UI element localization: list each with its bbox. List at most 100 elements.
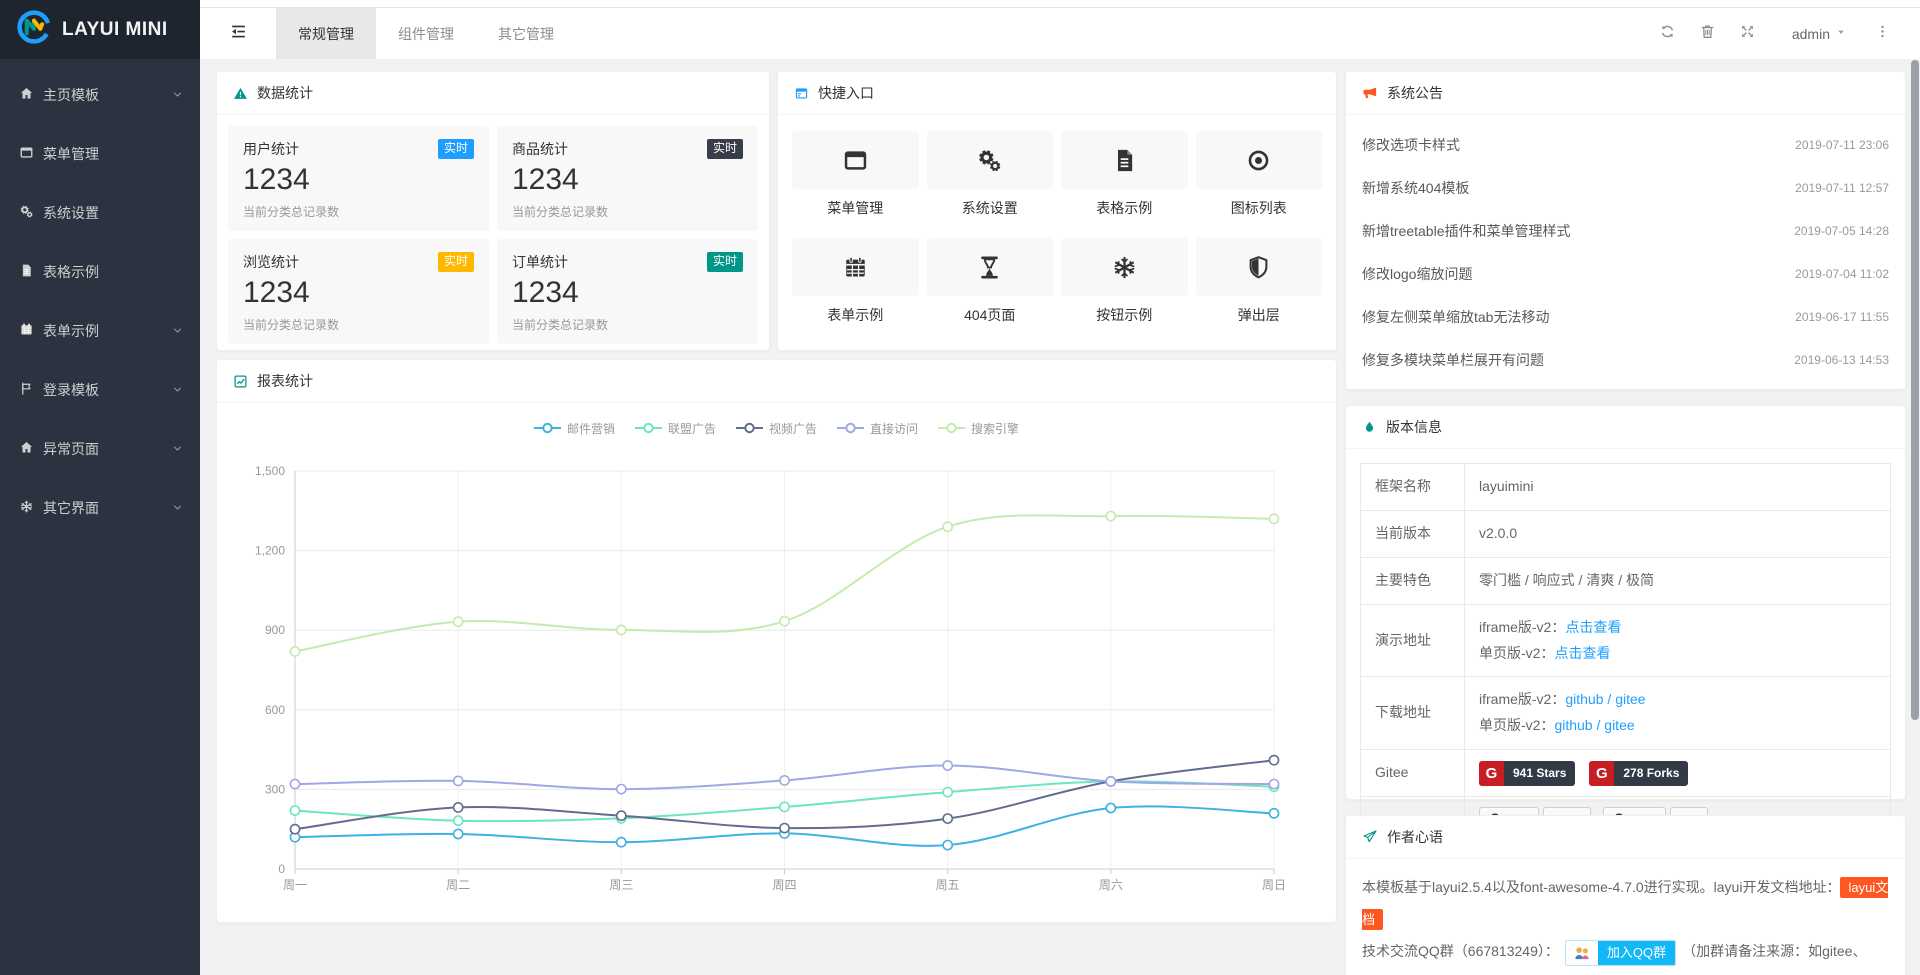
- notice-item[interactable]: 新增treetable插件和菜单管理样式 2019-07-05 14:28: [1362, 209, 1889, 252]
- app-logo[interactable]: LAYUI MINI: [0, 0, 200, 59]
- refresh-button[interactable]: [1648, 8, 1688, 59]
- tab[interactable]: 常规管理: [276, 8, 376, 59]
- sidebar-item[interactable]: 系统设置: [0, 183, 200, 242]
- legend-item[interactable]: 直接访问: [837, 420, 918, 437]
- sidebar-item[interactable]: 表单示例: [0, 301, 200, 360]
- link[interactable]: 点击查看: [1565, 619, 1621, 635]
- notice-list: 修改选项卡样式 2019-07-11 23:06 新增系统404模板 2019-…: [1346, 115, 1905, 389]
- home-icon: [19, 86, 34, 104]
- outdent-icon: [229, 22, 248, 46]
- legend-item[interactable]: 联盟广告: [635, 420, 716, 437]
- shield-icon: [1196, 238, 1323, 296]
- notice-item[interactable]: 修改选项卡样式 2019-07-11 23:06: [1362, 123, 1889, 166]
- fullscreen-button[interactable]: [1728, 8, 1768, 59]
- notice-item[interactable]: 新增系统404模板 2019-07-11 12:57: [1362, 166, 1889, 209]
- version-row: 框架名称layuimini: [1361, 464, 1891, 511]
- link[interactable]: gitee: [1604, 717, 1634, 733]
- link[interactable]: github: [1554, 717, 1592, 733]
- notice-item[interactable]: 修复左侧菜单缩放tab无法移动 2019-06-17 11:55: [1362, 295, 1889, 338]
- svg-text:周日: 周日: [1262, 878, 1286, 892]
- notice-panel-header: 系统公告: [1346, 72, 1905, 115]
- line-chart-icon: [233, 374, 248, 389]
- notice-text: 修复多模块菜单栏展开有问题: [1362, 350, 1544, 370]
- join-qq-group-button[interactable]: 加入QQ群: [1565, 940, 1676, 966]
- version-panel-header: 版本信息: [1346, 406, 1905, 449]
- gitee-badge[interactable]: G941 Stars: [1479, 761, 1575, 786]
- sidebar-item[interactable]: 主页模板: [0, 65, 200, 124]
- legend-label: 搜索引擎: [971, 420, 1019, 437]
- snowflake-icon: [1061, 238, 1188, 296]
- gitee-badge[interactable]: G278 Forks: [1589, 761, 1688, 786]
- user-dropdown[interactable]: admin: [1768, 8, 1862, 59]
- quick-entry[interactable]: 菜单管理: [792, 131, 919, 218]
- panel-title: 报表统计: [257, 371, 313, 391]
- sidebar-item[interactable]: 菜单管理: [0, 124, 200, 183]
- author-panel: 作者心语 本模板基于layui2.5.4以及font-awesome-4.7.0…: [1345, 815, 1906, 975]
- quick-entry-label: 菜单管理: [792, 198, 919, 218]
- notice-date: 2019-07-05 14:28: [1794, 224, 1889, 238]
- scrollbar-thumb[interactable]: [1911, 60, 1919, 720]
- quick-entry[interactable]: 表单示例: [792, 238, 919, 325]
- notice-date: 2019-06-17 11:55: [1795, 310, 1889, 324]
- quick-entry[interactable]: 系统设置: [927, 131, 1054, 218]
- legend-label: 邮件营销: [567, 420, 615, 437]
- page-scrollbar[interactable]: [1911, 60, 1919, 975]
- quick-entry[interactable]: 图标列表: [1196, 131, 1323, 218]
- quick-entry[interactable]: 弹出层: [1196, 238, 1323, 325]
- chart-legend: 邮件营销 联盟广告 视频广告 直接访问 搜索引擎: [217, 403, 1336, 439]
- svg-text:900: 900: [265, 623, 285, 637]
- legend-label: 直接访问: [870, 420, 918, 437]
- quick-entry-label: 系统设置: [927, 198, 1054, 218]
- sidebar-item-label: 菜单管理: [43, 144, 184, 164]
- version-row: 主要特色零门槛 / 响应式 / 清爽 / 极简: [1361, 557, 1891, 604]
- cogs-icon: [19, 204, 34, 222]
- sidebar-item[interactable]: 异常页面: [0, 419, 200, 478]
- stats-panel-header: 数据统计: [217, 72, 769, 115]
- notice-date: 2019-07-11 12:57: [1795, 181, 1889, 195]
- header-actions: admin: [1648, 8, 1920, 59]
- notice-item[interactable]: 修复多模块菜单栏展开有问题 2019-06-13 14:53: [1362, 338, 1889, 381]
- sidebar-item[interactable]: 表格示例: [0, 242, 200, 301]
- more-menu-button[interactable]: [1862, 8, 1902, 59]
- notice-item[interactable]: 修改logo缩放问题 2019-07-04 11:02: [1362, 252, 1889, 295]
- window-icon: [19, 145, 34, 163]
- header: 常规管理组件管理其它管理 admin: [200, 8, 1920, 59]
- notice-text: 新增系统404模板: [1362, 178, 1469, 198]
- menu-toggle-button[interactable]: [200, 8, 276, 59]
- link[interactable]: 点击查看: [1554, 645, 1610, 661]
- notice-text: 修改选项卡样式: [1362, 135, 1460, 155]
- tab[interactable]: 组件管理: [376, 8, 476, 59]
- legend-item[interactable]: 邮件营销: [534, 420, 615, 437]
- main-area: 常规管理组件管理其它管理 admin: [200, 0, 1920, 975]
- tab[interactable]: 其它管理: [476, 8, 576, 59]
- legend-item[interactable]: 搜索引擎: [938, 420, 1019, 437]
- chevron-down-icon: [171, 501, 184, 514]
- svg-text:周五: 周五: [936, 878, 960, 892]
- legend-item[interactable]: 视频广告: [736, 420, 817, 437]
- quick-entry[interactable]: 按钮示例: [1061, 238, 1188, 325]
- status-badge: 实时: [707, 252, 743, 272]
- quick-entry[interactable]: 404页面: [927, 238, 1054, 325]
- stat-label: 订单统计: [512, 252, 568, 272]
- link[interactable]: gitee: [1615, 691, 1645, 707]
- stat-desc: 当前分类总记录数: [512, 203, 743, 220]
- status-badge: 实时: [438, 139, 474, 159]
- panel-title: 作者心语: [1387, 827, 1443, 847]
- version-line: 单页版-v2：github / gitee: [1479, 713, 1876, 739]
- window-icon: [792, 131, 919, 189]
- clear-cache-button[interactable]: [1688, 8, 1728, 59]
- quick-entry-label: 图标列表: [1196, 198, 1323, 218]
- svg-text:300: 300: [265, 782, 285, 796]
- line-chart-svg: 03006009001,2001,500周一周二周三周四周五周六周日: [217, 439, 1334, 907]
- svg-text:1,500: 1,500: [255, 464, 285, 478]
- dot-circle-icon: [1196, 131, 1323, 189]
- stat-card: 用户统计 实时 1234 当前分类总记录数: [228, 126, 489, 231]
- stats-panel: 数据统计 用户统计 实时 1234 当前分类总记录数 商品统计 实时 1234 …: [216, 71, 770, 351]
- sidebar-item[interactable]: 登录模板: [0, 360, 200, 419]
- panel-title: 版本信息: [1386, 417, 1442, 437]
- sidebar-item[interactable]: 其它界面: [0, 478, 200, 537]
- notice-text: 新增treetable插件和菜单管理样式: [1362, 221, 1570, 241]
- quick-entry[interactable]: 表格示例: [1061, 131, 1188, 218]
- notice-text: 修复左侧菜单缩放tab无法移动: [1362, 307, 1549, 327]
- link[interactable]: github: [1565, 691, 1603, 707]
